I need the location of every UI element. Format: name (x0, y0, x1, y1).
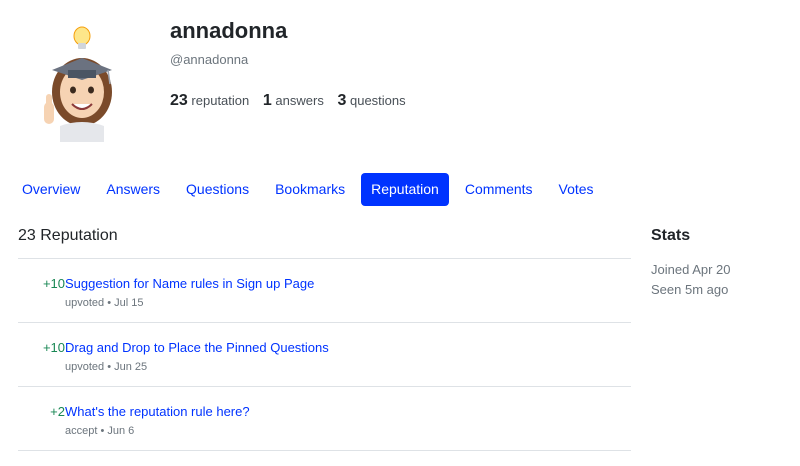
question-link[interactable]: What's the reputation rule here? (65, 404, 250, 419)
joined-date: Joined Apr 20 (651, 262, 731, 277)
tab-questions[interactable]: Questions (176, 173, 259, 206)
memoji-avatar-icon (44, 26, 112, 142)
last-seen: Seen 5m ago (651, 282, 729, 297)
answers-count: 1 (262, 92, 272, 109)
tab-overview[interactable]: Overview (12, 173, 90, 206)
list-item: +10 Drag and Drop to Place the Pinned Qu… (18, 323, 631, 387)
list-item: +10 Suggestion for Name rules in Sign up… (18, 259, 631, 323)
reputation-points: +2 (50, 404, 65, 419)
reputation-points: +10 (42, 276, 65, 291)
reputation-stat: 23 reputation (170, 92, 250, 109)
stats-heading: Stats (651, 227, 691, 244)
tab-bookmarks[interactable]: Bookmarks (265, 173, 355, 206)
questions-label: questions (349, 93, 406, 108)
reputation-heading: 23 Reputation (18, 227, 118, 244)
reputation-meta: upvoted • Jun 25 (65, 361, 148, 373)
questions-count: 3 (337, 92, 347, 109)
profile-stats: 23 reputation 1 answers 3 questions (170, 92, 416, 110)
profile-name: annadonna (170, 18, 288, 43)
tab-reputation[interactable]: Reputation (361, 173, 449, 206)
answers-stat: 1 answers (262, 92, 324, 109)
list-item: +2 What's the reputation rule here? acce… (18, 387, 631, 451)
reputation-meta: upvoted • Jul 15 (65, 297, 144, 309)
reputation-label: reputation (191, 93, 250, 108)
profile-tabs: Overview Answers Questions Bookmarks Rep… (12, 173, 610, 206)
avatar (22, 22, 142, 142)
answers-label: answers (275, 93, 324, 108)
reputation-list: +10 Suggestion for Name rules in Sign up… (18, 258, 631, 451)
question-link[interactable]: Drag and Drop to Place the Pinned Questi… (65, 340, 329, 355)
profile-handle: @annadonna (170, 52, 249, 67)
reputation-points: +10 (42, 340, 65, 355)
question-link[interactable]: Suggestion for Name rules in Sign up Pag… (65, 276, 314, 291)
tab-comments[interactable]: Comments (455, 173, 543, 206)
tab-answers[interactable]: Answers (96, 173, 170, 206)
questions-stat: 3 questions (337, 92, 406, 109)
reputation-meta: accept • Jun 6 (65, 425, 135, 437)
tab-votes[interactable]: Votes (549, 173, 604, 206)
reputation-count: 23 (170, 92, 188, 109)
